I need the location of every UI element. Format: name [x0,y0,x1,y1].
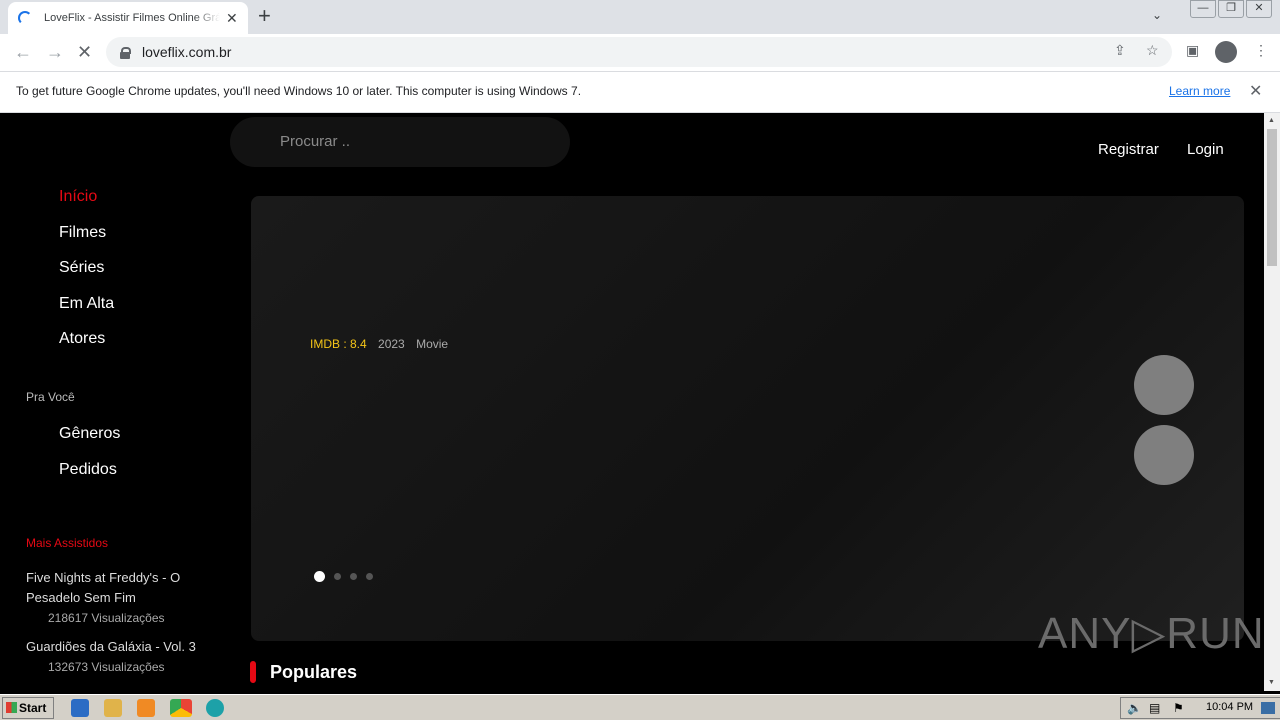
system-tray: 🔈 ▤ ⚑ [1120,697,1280,719]
most-watched-title[interactable]: Five Nights at Freddy's - O Pesadelo Sem… [26,568,206,608]
tab-title: LoveFlix - Assistir Filmes Online Grátis [44,12,220,24]
explorer-folder-icon[interactable] [104,699,122,717]
network-icon[interactable]: ▤ [1149,701,1160,715]
loading-spinner-icon [18,11,32,25]
page-scrollbar[interactable]: ▲ ▼ [1264,113,1280,691]
scroll-down-arrow-icon[interactable]: ▼ [1268,679,1275,686]
hero-slider[interactable] [251,196,1244,641]
profile-avatar-icon[interactable] [1215,41,1237,63]
scroll-up-arrow-icon[interactable]: ▲ [1268,117,1275,124]
browser-tab[interactable]: LoveFlix - Assistir Filmes Online Grátis… [8,2,248,34]
hero-meta: IMDB : 8.4 2023 Movie [310,337,456,351]
taskbar: Start 🔈 ▤ ⚑ 10:04 PM [0,694,1280,720]
stop-loading-icon[interactable]: ✕ [77,41,92,63]
start-button[interactable]: Start [2,697,54,719]
ie-icon[interactable] [71,699,89,717]
most-watched-views: 218617 Visualizações [48,611,165,625]
hero-type: Movie [416,337,449,351]
kebab-menu-icon[interactable]: ⋮ [1254,42,1268,59]
share-icon[interactable]: ⇪ [1114,42,1126,59]
close-window-button[interactable]: ✕ [1246,0,1272,18]
bookmark-star-icon[interactable]: ☆ [1146,42,1159,59]
slider-dot[interactable] [366,573,373,580]
section-label-pra-voce: Pra Você [26,390,75,404]
most-watched-title[interactable]: Guardiões da Galáxia - Vol. 3 [26,637,206,657]
restore-button[interactable]: ❐ [1218,0,1244,18]
slider-dot[interactable] [350,573,357,580]
clock: 10:04 PM [1206,701,1254,713]
anyrun-watermark: ANY▷RUN [1038,609,1265,658]
minimize-button[interactable]: — [1190,0,1216,18]
url-text[interactable]: loveflix.com.br [142,44,231,60]
login-link[interactable]: Login [1187,141,1224,158]
section-populares: Populares [250,661,357,683]
nav-item-atores[interactable]: Atores [59,330,105,348]
nav-item-series[interactable]: Séries [59,259,104,277]
browser-toolbar: ← → ✕ loveflix.com.br ⇪ ☆ ▣ ⋮ [0,34,1280,72]
hero-action-button[interactable] [1134,425,1194,485]
edge-icon[interactable] [206,699,224,717]
scroll-thumb[interactable] [1267,129,1277,266]
most-watched-views: 132673 Visualizações [48,660,165,674]
new-tab-button[interactable]: + [258,5,271,27]
section-label-mais-assistidos: Mais Assistidos [26,536,109,550]
chrome-icon[interactable] [170,699,192,717]
nav-item-inicio[interactable]: Início [59,188,97,206]
slider-dot[interactable] [334,573,341,580]
section-title: Populares [270,661,358,682]
nav-item-em-alta[interactable]: Em Alta [59,295,114,313]
hero-year: 2023 [378,337,405,351]
action-center-flag-icon[interactable]: ⚑ [1173,701,1184,715]
slider-dots [314,571,382,582]
slider-dot[interactable] [314,571,325,582]
side-panel-icon[interactable]: ▣ [1186,42,1199,59]
nav-item-pedidos[interactable]: Pedidos [59,461,117,479]
register-link[interactable]: Registrar [1098,141,1159,158]
media-player-icon[interactable] [137,699,155,717]
volume-icon[interactable]: 🔈 [1127,701,1142,715]
lock-icon[interactable] [120,46,131,59]
nav-item-generos[interactable]: Gêneros [59,425,120,443]
address-bar[interactable]: loveflix.com.br [106,37,1172,67]
infobar-message: To get future Google Chrome updates, you… [16,84,582,98]
tab-search-chevron-icon[interactable]: ⌄ [1152,8,1162,22]
search-input[interactable]: Procurar .. [230,117,570,167]
hero-action-button[interactable] [1134,355,1194,415]
page-viewport: Procurar .. Registrar Login Início Filme… [0,113,1280,691]
windows-flag-icon [6,702,17,713]
update-infobar: To get future Google Chrome updates, you… [0,72,1280,113]
start-label: Start [19,701,47,715]
show-desktop-icon[interactable] [1261,702,1275,714]
imdb-rating: IMDB : 8.4 [310,337,367,351]
back-arrow-icon[interactable]: ← [14,41,32,63]
infobar-close-icon[interactable]: ✕ [1249,81,1262,101]
nav-item-filmes[interactable]: Filmes [59,224,106,242]
section-accent-bar [250,661,256,683]
tab-strip: LoveFlix - Assistir Filmes Online Grátis… [0,0,1280,34]
learn-more-link[interactable]: Learn more [1169,84,1230,98]
window-controls: — ❐ ✕ [1188,0,1272,18]
tab-close-icon[interactable]: ✕ [226,11,238,25]
forward-arrow-icon[interactable]: → [46,41,64,63]
